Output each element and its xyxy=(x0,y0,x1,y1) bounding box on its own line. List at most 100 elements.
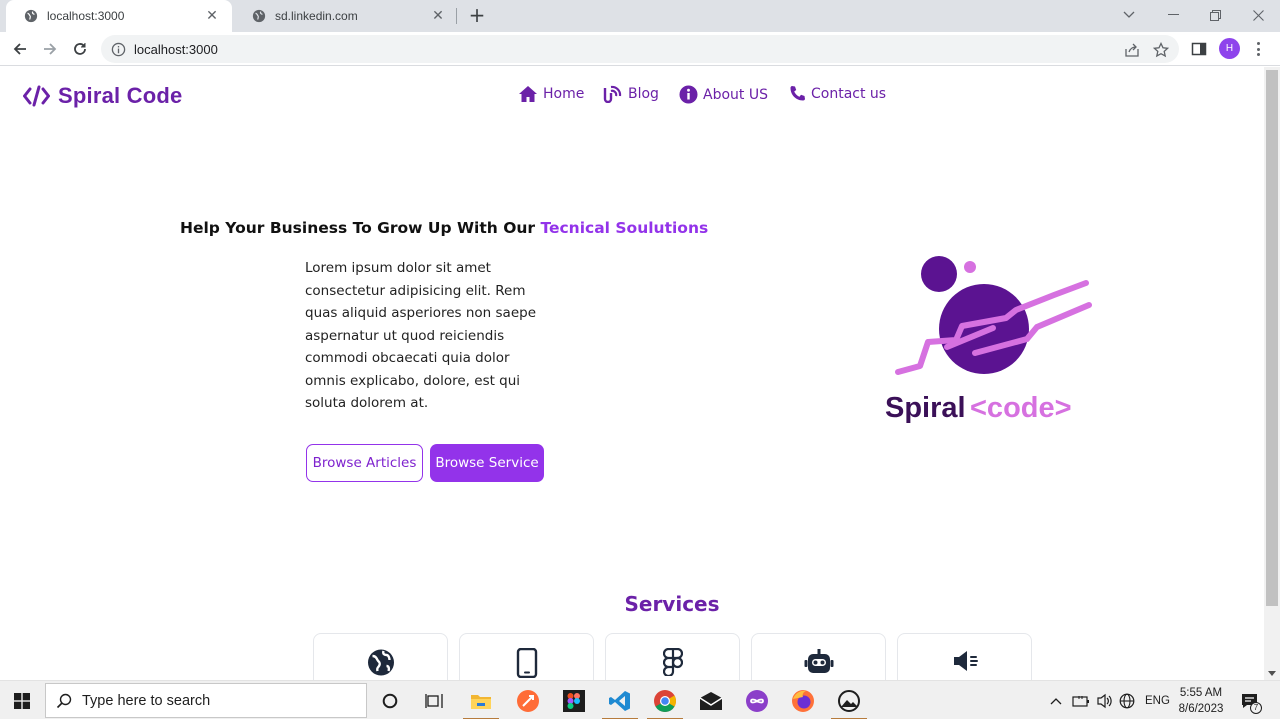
service-card-mobile[interactable] xyxy=(459,633,594,680)
scroll-down-icon[interactable] xyxy=(1268,671,1276,676)
tab-localhost[interactable]: localhost:3000 ✕ xyxy=(6,0,232,32)
browse-articles-button[interactable]: Browse Articles xyxy=(306,444,423,482)
cortana-button[interactable] xyxy=(368,681,412,719)
nav-contact-label: Contact us xyxy=(811,85,887,102)
nav-about-label: About US xyxy=(703,86,768,103)
close-tab-icon[interactable]: ✕ xyxy=(204,8,220,24)
hero-title: Help Your Business To Grow Up With Our T… xyxy=(180,219,708,237)
phone-icon xyxy=(790,86,805,101)
chevron-up-icon[interactable] xyxy=(1050,697,1062,705)
system-tray: ENG xyxy=(1050,681,1170,719)
new-tab-button[interactable]: + xyxy=(466,4,488,26)
close-icon xyxy=(1252,9,1264,21)
page-viewport: Spiral Code Home Blog About US Contact u… xyxy=(0,67,1264,680)
forward-button[interactable] xyxy=(38,37,62,61)
hero-title-prefix: Help Your Business To Grow Up With Our xyxy=(180,219,541,237)
windows-logo-icon xyxy=(14,692,30,709)
task-view-icon xyxy=(425,693,443,708)
cortana-icon xyxy=(382,693,398,708)
network-globe-icon[interactable] xyxy=(1119,693,1135,709)
robot-icon xyxy=(804,649,833,673)
volume-icon[interactable] xyxy=(1096,693,1114,709)
folder-icon xyxy=(471,694,491,709)
search-icon xyxy=(56,693,72,708)
firefox-app[interactable] xyxy=(781,681,825,719)
service-card-ai[interactable] xyxy=(751,633,886,680)
tab-strip: localhost:3000 ✕ sd.linkedin.com ✕ + xyxy=(0,0,1280,32)
tab-search-button[interactable] xyxy=(1107,0,1151,30)
notification-count: 7 xyxy=(1250,702,1262,714)
browser-toolbar: localhost:3000 H xyxy=(0,32,1280,66)
star-icon[interactable] xyxy=(1153,42,1169,58)
service-card-web[interactable] xyxy=(313,633,448,680)
mail-icon xyxy=(699,691,723,710)
service-card-design[interactable] xyxy=(605,633,740,680)
nav-blog[interactable]: Blog xyxy=(603,85,659,103)
browser-menu-button[interactable] xyxy=(1254,40,1262,58)
taskbar-search-box[interactable]: Type here to search xyxy=(45,683,367,718)
megaphone-icon xyxy=(953,651,978,671)
close-window-button[interactable] xyxy=(1236,0,1280,30)
blog-icon xyxy=(603,85,622,103)
hero-description: Lorem ipsum dolor sit amet consectetur a… xyxy=(305,260,537,411)
nav-home[interactable]: Home xyxy=(518,85,584,103)
share-icon[interactable] xyxy=(1124,42,1140,58)
arrow-right-icon xyxy=(44,43,57,55)
figma-icon xyxy=(563,689,585,712)
brand-name: Spiral Code xyxy=(58,83,183,108)
photos-icon xyxy=(838,689,860,712)
figma-icon xyxy=(662,648,683,676)
browse-service-button[interactable]: Browse Service xyxy=(430,444,544,482)
url-text: localhost:3000 xyxy=(134,41,218,57)
start-button[interactable] xyxy=(0,681,44,719)
code-icon xyxy=(23,85,50,107)
logo-text-code: <code> xyxy=(970,392,1072,424)
page-scrollbar[interactable] xyxy=(1264,67,1280,680)
restore-button[interactable] xyxy=(1193,0,1237,30)
profile-avatar[interactable]: H xyxy=(1219,38,1240,59)
restore-icon xyxy=(1209,9,1221,21)
battery-icon[interactable] xyxy=(1072,694,1090,708)
mobile-icon xyxy=(516,648,537,678)
address-bar[interactable]: localhost:3000 xyxy=(101,35,1179,63)
vscode-app[interactable] xyxy=(598,681,642,719)
chrome-app[interactable] xyxy=(643,681,687,719)
notification-center-button[interactable]: 7 xyxy=(1240,681,1262,719)
info-icon[interactable] xyxy=(111,42,126,57)
side-panel-icon[interactable] xyxy=(1191,41,1207,57)
mail-app[interactable] xyxy=(689,681,733,719)
site-brand[interactable]: Spiral Code xyxy=(23,83,182,109)
globe-icon xyxy=(24,9,38,23)
arrow-left-icon xyxy=(13,43,26,55)
scrollbar-thumb[interactable] xyxy=(1266,70,1278,606)
tab-linkedin[interactable]: sd.linkedin.com ✕ xyxy=(234,0,458,32)
reload-button[interactable] xyxy=(68,37,92,61)
nav-home-label: Home xyxy=(543,86,585,102)
firefox-icon xyxy=(792,689,814,712)
tab-title: sd.linkedin.com xyxy=(275,9,358,23)
figma-app[interactable] xyxy=(552,681,596,719)
back-button[interactable] xyxy=(8,37,32,61)
close-tab-icon[interactable]: ✕ xyxy=(430,8,446,24)
minimize-button[interactable] xyxy=(1151,0,1195,30)
nav-blog-label: Blog xyxy=(628,86,659,102)
infinity-icon xyxy=(746,689,768,712)
logo-text-spiral: Spiral xyxy=(885,392,966,424)
clock-time: 5:55 AM xyxy=(1179,687,1223,699)
language-indicator[interactable]: ENG xyxy=(1145,695,1170,707)
info-icon xyxy=(679,85,698,104)
cursor-app[interactable] xyxy=(735,681,779,719)
nav-about[interactable]: About US xyxy=(679,85,768,104)
postman-app[interactable] xyxy=(506,681,550,719)
postman-icon xyxy=(517,689,539,712)
nav-contact[interactable]: Contact us xyxy=(789,85,886,102)
photos-app[interactable] xyxy=(827,681,871,719)
taskbar-clock[interactable]: 5:55 AM 8/6/2023 xyxy=(1170,685,1232,717)
file-explorer-app[interactable] xyxy=(459,681,503,719)
vscode-icon xyxy=(609,690,630,711)
service-card-marketing[interactable] xyxy=(897,633,1032,680)
task-view-button[interactable] xyxy=(412,681,456,719)
minimize-icon xyxy=(1167,14,1179,15)
chrome-icon xyxy=(654,689,676,712)
windows-taskbar: Type here to search ENG 5:55 AM 8/6/2023… xyxy=(0,680,1280,719)
